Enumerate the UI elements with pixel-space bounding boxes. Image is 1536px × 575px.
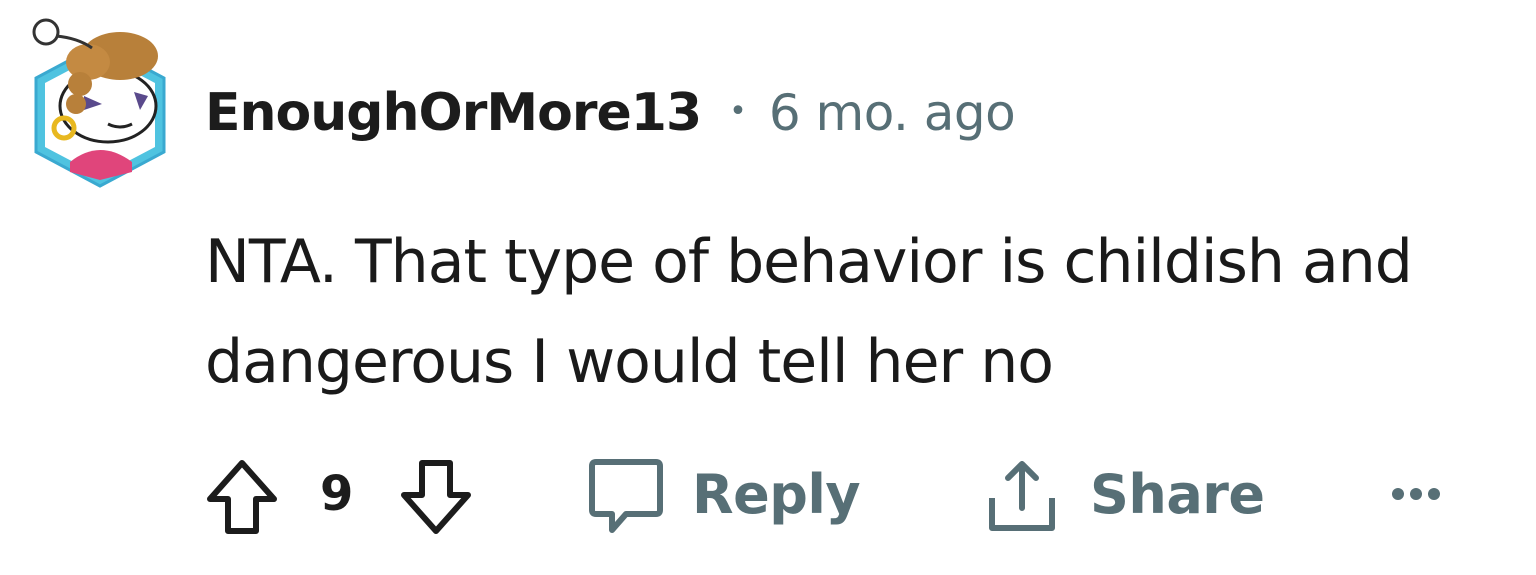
user-avatar[interactable] xyxy=(22,12,178,190)
reply-button[interactable]: Reply xyxy=(586,452,861,536)
comment: EnoughOrMore13 • 6 mo. ago NTA. That typ… xyxy=(0,0,1536,575)
comment-header: EnoughOrMore13 • 6 mo. ago xyxy=(205,78,1016,148)
snoo-avatar-icon xyxy=(32,18,166,188)
username[interactable]: EnoughOrMore13 xyxy=(205,83,702,143)
timestamp[interactable]: 6 mo. ago xyxy=(769,84,1016,142)
downvote-button[interactable] xyxy=(394,455,478,539)
meta-separator: • xyxy=(729,93,747,129)
comment-body-line: dangerous I would tell her no xyxy=(205,327,1054,397)
share-button[interactable]: Share xyxy=(982,452,1265,536)
comment-body-line: NTA. That type of behavior is childish a… xyxy=(205,227,1413,297)
comment-action-bar: 9 Reply Share xyxy=(200,452,1500,542)
comment-body: NTA. That type of behavior is childish a… xyxy=(205,212,1505,412)
upvote-button[interactable] xyxy=(200,455,284,539)
reply-label: Reply xyxy=(692,462,861,526)
speech-bubble-icon xyxy=(589,459,663,533)
upvote-arrow-icon xyxy=(207,460,277,534)
vote-count: 9 xyxy=(320,466,354,522)
vote-score: 9 xyxy=(320,466,353,522)
downvote-arrow-icon xyxy=(401,460,471,534)
share-upload-icon xyxy=(989,461,1055,531)
more-options-button[interactable] xyxy=(1386,474,1446,514)
share-label: Share xyxy=(1090,462,1265,526)
more-options-dots-icon xyxy=(1392,488,1440,500)
